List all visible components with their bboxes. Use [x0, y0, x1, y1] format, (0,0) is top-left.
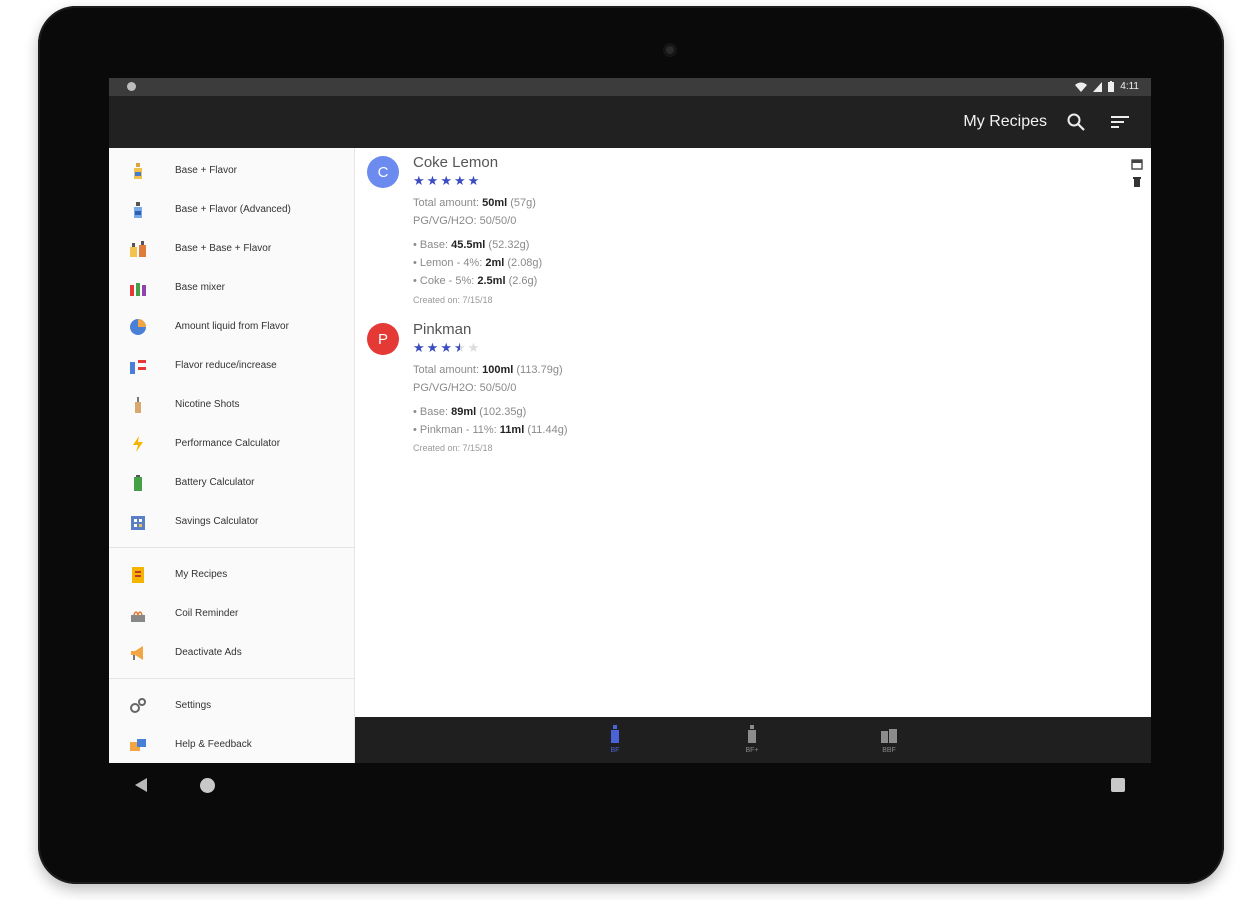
recipe-card[interactable]: C Coke Lemon ★ ★ ★ ★ ★ Total amount: 50m…	[367, 154, 1067, 316]
home-icon[interactable]	[200, 778, 215, 793]
app-bar: My Recipes	[109, 96, 1151, 148]
star-icon: ★	[467, 173, 480, 188]
bottom-navigation: BF BF+ BBF	[355, 717, 1151, 763]
recents-icon[interactable]	[1111, 778, 1125, 792]
ratio: PG/VG/H2O: 50/50/0	[413, 382, 517, 394]
created-date: Created on: 7/15/18	[413, 295, 493, 305]
ingredient: • Base: 45.5ml (52.32g)	[413, 239, 530, 251]
bottle-flavor-icon	[134, 162, 142, 179]
avatar: P	[367, 323, 399, 355]
total-amount: Total amount: 100ml (113.79g)	[413, 364, 563, 376]
reduce-increase-icon	[130, 359, 146, 374]
drawer-item-help-feedback[interactable]: Help & Feedback	[109, 725, 354, 763]
star-icon: ★	[426, 340, 439, 355]
star-icon: ★	[440, 173, 452, 188]
drawer-item-settings[interactable]: Settings	[109, 686, 354, 725]
rating-stars: ★ ★ ★ ★ ★	[413, 174, 479, 187]
avatar: C	[367, 156, 399, 188]
ingredient: • Base: 89ml (102.35g)	[413, 406, 527, 418]
ratio: PG/VG/H2O: 50/50/0	[413, 215, 517, 227]
wifi-icon	[1075, 82, 1088, 92]
megaphone-icon	[131, 645, 143, 660]
drawer-item-base-flavor-advanced[interactable]: Base + Flavor (Advanced)	[109, 190, 354, 229]
drawer-item-deactivate-ads[interactable]: Deactivate Ads	[109, 633, 354, 672]
created-date: Created on: 7/15/18	[413, 443, 493, 453]
drawer-item-base-mixer[interactable]: Base mixer	[109, 268, 354, 307]
ingredient: • Lemon - 4%: 2ml (2.08g)	[413, 257, 543, 269]
star-icon: ★	[413, 340, 425, 355]
drawer-item-savings-calculator[interactable]: Savings Calculator	[109, 502, 354, 541]
bottles-mixer-icon	[130, 282, 146, 296]
battery-icon	[134, 474, 142, 491]
drawer-divider	[109, 678, 354, 679]
lightning-icon	[133, 435, 143, 452]
status-bar: 4:11	[109, 78, 1151, 96]
bottle-advanced-icon	[134, 201, 142, 218]
gears-icon	[130, 697, 146, 713]
system-navigation-bar	[109, 765, 1151, 807]
total-amount: Total amount: 50ml (57g)	[413, 197, 536, 209]
star-icon: ★	[440, 340, 452, 355]
savings-icon	[131, 515, 145, 530]
recipe-book-icon	[132, 566, 144, 583]
ingredient: • Pinkman - 11%: 11ml (11.44g)	[413, 424, 568, 436]
tab-bbf[interactable]: BBF	[869, 723, 909, 759]
clock: 4:11	[1120, 81, 1139, 92]
star-half-icon: ★	[453, 340, 466, 355]
sort-icon[interactable]	[1109, 111, 1131, 133]
drawer-item-base-flavor[interactable]: Base + Flavor	[109, 151, 354, 190]
drawer-divider	[109, 547, 354, 548]
drawer-item-amount-liquid[interactable]: Amount liquid from Flavor	[109, 307, 354, 346]
search-icon[interactable]	[1065, 111, 1087, 133]
recipe-card[interactable]: P Pinkman ★ ★ ★ ★ ★ Total amount: 100ml …	[367, 321, 1067, 463]
recipe-list: C Coke Lemon ★ ★ ★ ★ ★ Total amount: 50m…	[355, 148, 1151, 717]
drawer-item-flavor-reduce[interactable]: Flavor reduce/increase	[109, 346, 354, 385]
help-feedback-icon	[130, 738, 146, 751]
star-icon: ★	[453, 173, 466, 188]
back-icon[interactable]	[135, 778, 147, 792]
coil-icon	[131, 610, 145, 622]
bottle-single-icon	[611, 725, 619, 743]
device-screen: 4:11 My Recipes Base + Flavor Base + Fla…	[109, 78, 1151, 763]
star-icon: ★	[413, 173, 425, 188]
drawer-item-base-base-flavor[interactable]: Base + Base + Flavor	[109, 229, 354, 268]
tab-bf-plus[interactable]: BF+	[732, 723, 772, 759]
star-icon: ★	[426, 173, 439, 188]
navigation-drawer: Base + Flavor Base + Flavor (Advanced) B…	[109, 148, 355, 763]
drawer-item-coil-reminder[interactable]: Coil Reminder	[109, 594, 354, 633]
delete-icon[interactable]	[1131, 176, 1143, 188]
drawer-item-battery-calculator[interactable]: Battery Calculator	[109, 463, 354, 502]
calendar-icon[interactable]	[1131, 158, 1143, 170]
bottle-plus-icon	[748, 725, 756, 743]
recipe-name: Coke Lemon	[413, 154, 499, 171]
drawer-item-my-recipes[interactable]: My Recipes	[109, 555, 354, 594]
bottle-double-icon	[881, 729, 897, 743]
notification-icon	[127, 82, 136, 91]
star-empty-icon: ★	[467, 340, 480, 355]
drawer-item-nicotine-shots[interactable]: Nicotine Shots	[109, 385, 354, 424]
camera-icon	[663, 43, 677, 57]
ingredient: • Coke - 5%: 2.5ml (2.6g)	[413, 275, 538, 287]
pie-chart-icon	[130, 318, 146, 335]
signal-icon	[1093, 81, 1103, 92]
rating-stars: ★ ★ ★ ★ ★	[413, 341, 479, 354]
battery-status-icon	[1108, 81, 1115, 92]
side-action-icons	[1131, 158, 1145, 188]
bottles-double-icon	[130, 240, 146, 257]
drawer-item-performance-calculator[interactable]: Performance Calculator	[109, 424, 354, 463]
nicotine-bottle-icon	[135, 396, 141, 413]
tab-bf[interactable]: BF	[595, 723, 635, 759]
page-title: My Recipes	[963, 113, 1047, 130]
recipe-name: Pinkman	[413, 321, 472, 338]
